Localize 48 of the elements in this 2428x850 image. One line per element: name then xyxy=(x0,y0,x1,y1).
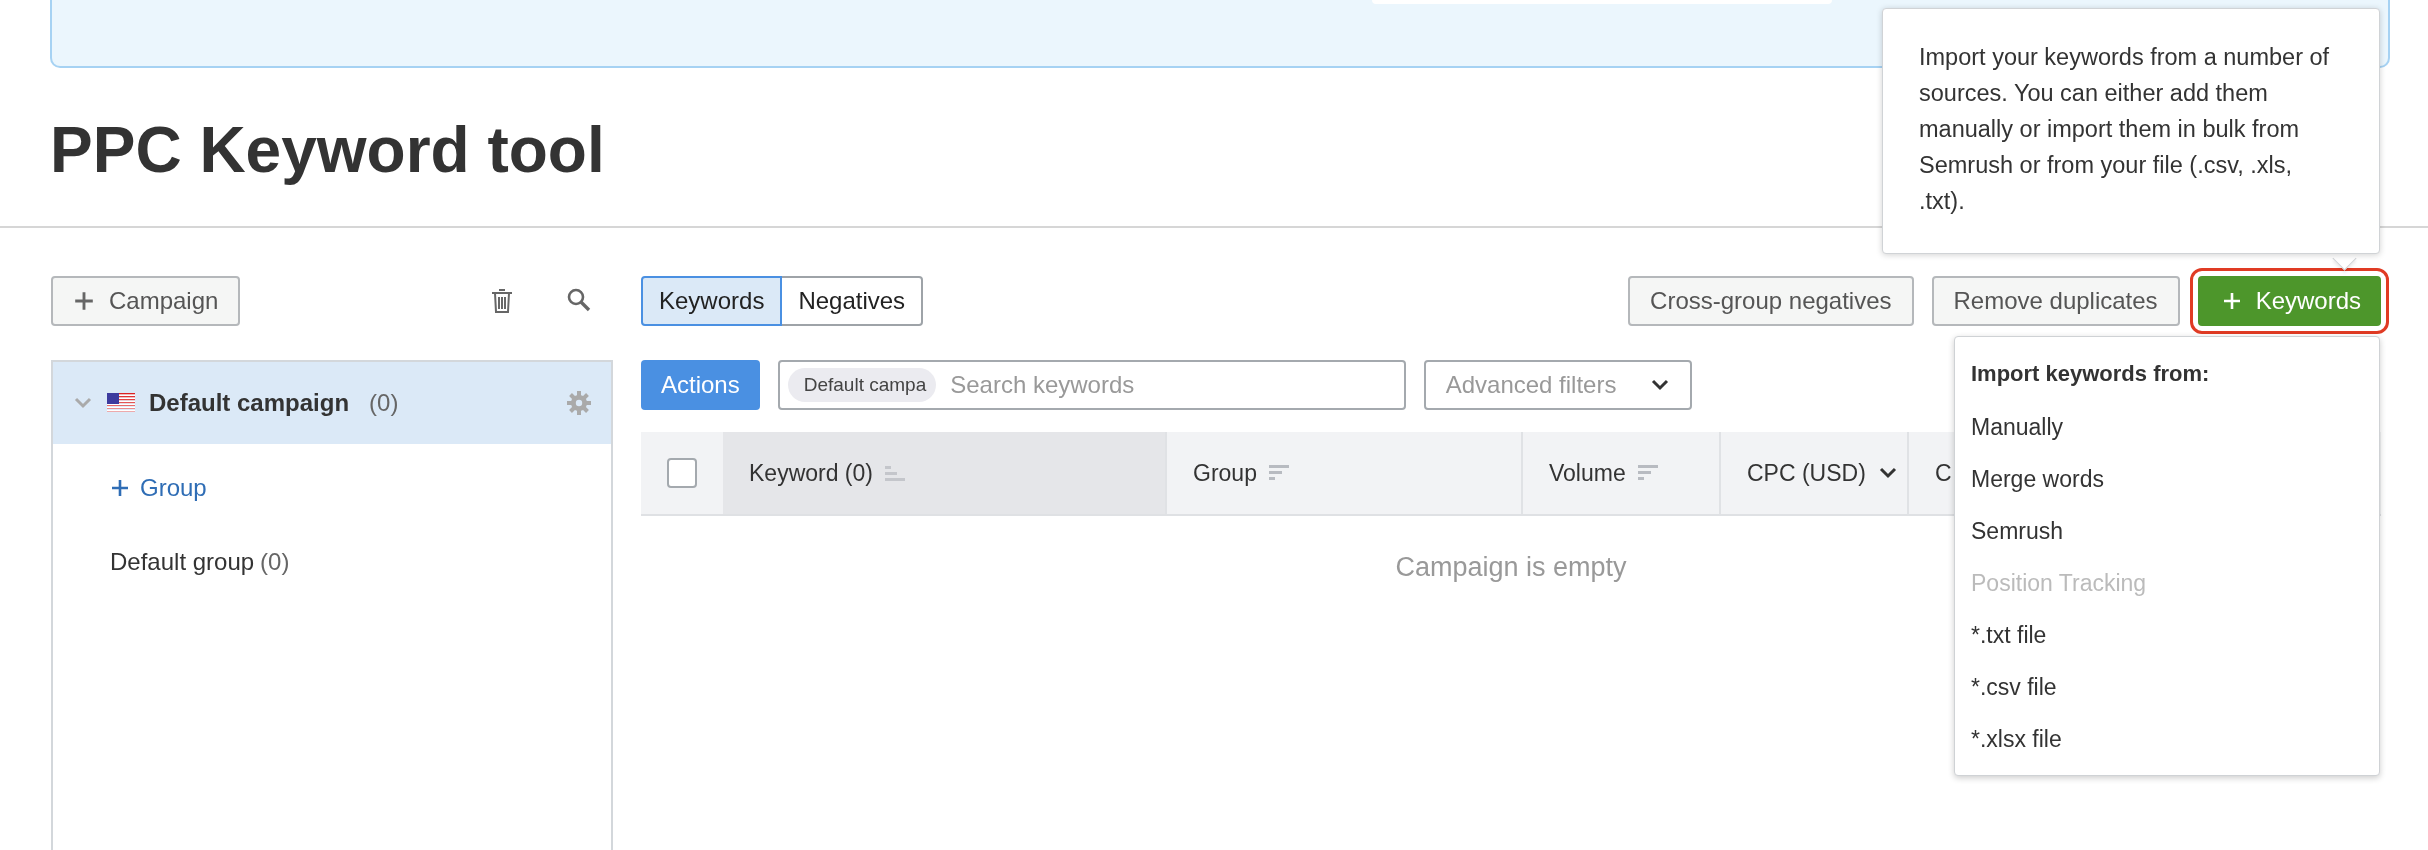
campaign-name: Default campaign xyxy=(149,389,350,417)
column-header[interactable]: Group xyxy=(1167,432,1523,514)
menu-item[interactable]: *.txt file xyxy=(1955,609,2379,661)
menu-item[interactable]: *.xlsx file xyxy=(1955,713,2379,765)
add-campaign-button[interactable]: Campaign xyxy=(51,276,241,326)
group-name[interactable]: Default group xyxy=(110,548,255,576)
plus-icon xyxy=(110,478,130,498)
column-label: C xyxy=(1935,459,1952,487)
trash-icon[interactable] xyxy=(491,288,513,314)
add-group-link[interactable]: Group xyxy=(110,474,207,502)
search-input[interactable]: Search keywords xyxy=(948,370,1396,400)
add-keywords-button[interactable]: Keywords xyxy=(2197,276,2381,326)
menu-item[interactable]: Semrush xyxy=(1955,505,2379,557)
column-header[interactable]: Keyword (0) xyxy=(723,432,1167,514)
chevron-down-icon xyxy=(1877,466,1898,480)
chevron-down-icon xyxy=(73,396,93,410)
sort-icon[interactable] xyxy=(1268,464,1291,482)
menu-item[interactable]: *.csv file xyxy=(1955,661,2379,713)
menu-item[interactable]: Manually xyxy=(1955,401,2379,453)
toolbar-button[interactable]: Remove duplicates xyxy=(1931,276,2180,326)
chevron-down-icon xyxy=(1650,378,1671,392)
tab[interactable]: Negatives xyxy=(782,276,924,326)
tooltip-text: Import your keywords from a number of sources. You can either add them manually or import them in bulk from Semrush or from your file (.csv, .xls, .txt). xyxy=(1919,44,2330,214)
toolbar-button[interactable]: Cross-group negatives xyxy=(1628,276,1914,326)
column-label: Group xyxy=(1193,459,1257,487)
column-label: Keyword (0) xyxy=(749,459,873,487)
campaign-row[interactable]: Default campaign (0) xyxy=(53,362,611,444)
search-icon[interactable] xyxy=(567,288,591,312)
plus-icon xyxy=(2221,291,2242,311)
plus-icon xyxy=(73,290,95,312)
campaign-count: (0) xyxy=(369,389,399,417)
column-label: CPC (USD) xyxy=(1747,459,1866,487)
search-field[interactable]: Default campa Search keywords xyxy=(777,360,1406,410)
column-header[interactable]: CPC (USD) xyxy=(1721,432,1909,514)
tab[interactable]: Keywords xyxy=(641,276,783,326)
column-header[interactable]: Volume xyxy=(1523,432,1721,514)
menu-item[interactable]: Merge words xyxy=(1955,453,2379,505)
group-count: (0) xyxy=(260,548,290,576)
empty-message: Campaign is empty xyxy=(1395,552,1627,582)
sort-icon[interactable] xyxy=(1637,464,1660,482)
settings-icon[interactable] xyxy=(567,391,591,415)
sort-icon[interactable] xyxy=(885,464,907,482)
select-all-checkbox[interactable] xyxy=(667,458,697,488)
column-label: Volume xyxy=(1549,459,1626,487)
campaign-chip[interactable]: Default campa xyxy=(787,368,937,402)
page-title: PPC Keyword tool xyxy=(50,118,605,188)
flag-icon xyxy=(107,393,135,413)
menu-heading: Import keywords from: xyxy=(1970,360,2211,388)
